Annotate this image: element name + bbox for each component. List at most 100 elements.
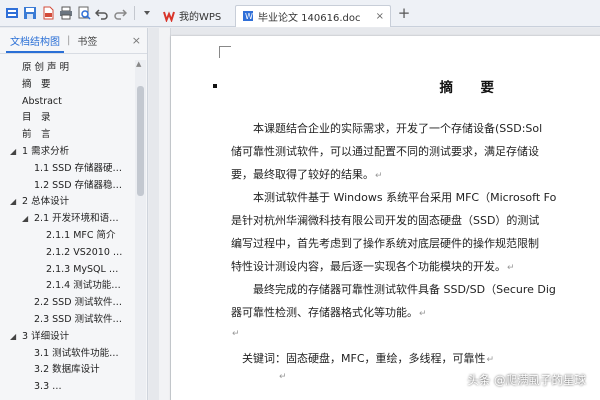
outline-item-label: 2.1.1 MFC 简介	[46, 229, 116, 241]
expand-arrow-icon[interactable]: ◢	[10, 329, 16, 346]
outline-item[interactable]: 2.1.2 VS2010 …	[0, 245, 134, 262]
abstract-heading[interactable]: 摘 要	[171, 76, 501, 96]
outline-item[interactable]: 2.2 SSD 测试软件…	[0, 295, 134, 312]
outline-item[interactable]: 2.3 SSD 测试软件…	[0, 312, 134, 329]
outline-item[interactable]: 3.2 数据库设计	[0, 362, 134, 379]
body-paragraph-line[interactable]: 特性设计测设内容，最后逐一实现各个功能模块的开发。↵	[231, 258, 600, 274]
outline-item[interactable]: 目 录	[0, 110, 134, 127]
outline-item-label: Abstract	[22, 95, 62, 107]
outline-item-label: 1 需求分析	[22, 145, 70, 157]
outline-item[interactable]: 3.1 测试软件功能…	[0, 346, 134, 363]
new-tab-button[interactable]: +	[395, 4, 413, 22]
print-icon[interactable]	[58, 5, 74, 21]
tab-document[interactable]: W 毕业论文 140616.doc ×	[235, 4, 391, 27]
body-paragraph-line[interactable]: 编写过程中，首先考虑到了操作系统对底层硬件的操作规范限制	[231, 235, 600, 251]
watermark-text: 头条 @爬满虱子的星球	[467, 373, 586, 387]
outline-item-label: 2.1.4 测试功能…	[46, 280, 121, 292]
tab-document-map[interactable]: 文档结构图	[6, 33, 64, 53]
title-bar: 我的WPS W 毕业论文 140616.doc × +	[0, 0, 600, 27]
paragraph-text: 本测试软件基于 Windows 系统平台采用 MFC（Microsoft Fo	[231, 191, 557, 204]
body-paragraph-line[interactable]: 是针对杭州华澜微科技有限公司开发的固态硬盘（SSD）的测试	[231, 212, 600, 228]
document-page[interactable]: 摘 要 本课题结合企业的实际需求，开发了一个存储设备(SSD:Sol 储可靠性测试…	[171, 36, 600, 400]
tab-my-wps[interactable]: 我的WPS	[157, 5, 235, 27]
outline-item[interactable]: 2.1.1 MFC 简介	[0, 228, 134, 245]
body-paragraph-line[interactable]: 关键词：固态硬盘，MFC，重绘，多线程，可靠性↵	[231, 350, 600, 366]
close-panel-icon[interactable]: ×	[132, 34, 141, 47]
undo-icon[interactable]	[94, 5, 110, 21]
paragraph-text: 编写过程中，首先考虑到了操作系统对底层硬件的操作规范限制	[231, 237, 539, 250]
outline-item-label: 2.3 SSD 测试软件…	[34, 313, 123, 325]
body-paragraph-line[interactable]: ↵	[231, 326, 600, 339]
paragraph-text: 储可靠性测试软件，可以通过配置不同的测试要求，满足存储设	[231, 145, 539, 158]
paragraph-mark-icon: ↵	[419, 309, 427, 319]
outline-item-label: 2.1.3 MySQL …	[46, 263, 119, 275]
outline-item[interactable]: Abstract	[0, 94, 134, 111]
paragraph-mark-icon: ↵	[507, 263, 515, 273]
paragraph-text: 最终完成的存储器可靠性测试软件具备 SSD/SD（Secure Dig	[231, 283, 556, 296]
body-paragraph-line[interactable]: 最终完成的存储器可靠性测试软件具备 SSD/SD（Secure Dig	[231, 281, 600, 297]
margin-corner-mark	[219, 46, 231, 58]
outline-item-label: 目 录	[22, 112, 51, 124]
outline-item-label: 2.1.2 VS2010 …	[46, 246, 123, 258]
outline-item-label: 原 创 声 明	[22, 62, 70, 73]
outline-item[interactable]: 原 创 声 明	[0, 60, 134, 77]
outline-item-label: 1.1 SSD 存储器硬…	[34, 162, 123, 174]
scrollbar-thumb[interactable]	[137, 86, 144, 196]
body-paragraph-line[interactable]: 本课题结合企业的实际需求，开发了一个存储设备(SSD:Sol	[231, 120, 600, 136]
outline-item[interactable]: ◢ 1 需求分析	[0, 144, 134, 161]
outline-item[interactable]: 2.1.3 MySQL …	[0, 262, 134, 279]
vertical-ruler	[159, 28, 171, 400]
paragraph-text: 要，最终取得了较好的结果。	[231, 168, 374, 181]
paragraph-text: 特性设计测设内容，最后逐一实现各个功能模块的开发。	[231, 260, 506, 273]
nav-panel-header: 文档结构图 | 书签	[0, 28, 147, 54]
tab-bookmarks[interactable]: 书签	[73, 33, 101, 48]
quick-access-toolbar	[0, 0, 157, 27]
outline-item[interactable]: 3.3 …	[0, 379, 134, 396]
outline-item-label: 2 总体设计	[22, 196, 70, 208]
redo-icon[interactable]	[112, 5, 128, 21]
outline-item[interactable]: ◢ 2 总体设计	[0, 194, 134, 211]
outline-item-label: 3 详细设计	[22, 330, 70, 342]
scroll-up-icon[interactable]: ▲	[136, 60, 141, 68]
wps-menu-icon[interactable]	[4, 5, 20, 21]
print-preview-icon[interactable]	[76, 5, 92, 21]
tab-document-label: 毕业论文 140616.doc	[258, 12, 361, 24]
body-paragraph-line[interactable]: 要，最终取得了较好的结果。↵	[231, 166, 600, 182]
body-paragraph-line[interactable]: 储可靠性测试软件，可以通过配置不同的测试要求，满足存储设	[231, 143, 600, 159]
paragraph-text: 本课题结合企业的实际需求，开发了一个存储设备(SSD:Sol	[231, 122, 543, 135]
export-pdf-icon[interactable]	[40, 5, 56, 21]
expand-arrow-icon[interactable]: ◢	[10, 194, 16, 211]
dropdown-arrow-icon[interactable]	[139, 5, 155, 21]
outline-item-label: 1.2 SSD 存储器稳…	[34, 179, 123, 191]
paragraph-text: 器可靠性检测、存储器格式化等功能。	[231, 306, 418, 319]
nav-tab-separator: |	[67, 35, 71, 46]
outline-item[interactable]: ◢ 2.1 开发环境和语…	[0, 211, 134, 228]
paragraph-text: 是针对杭州华澜微科技有限公司开发的固态硬盘（SSD）的测试	[231, 214, 540, 227]
paragraph-mark-icon: ↵	[279, 372, 287, 382]
wps-logo-icon	[163, 10, 175, 23]
outline-item-label: 3.3 …	[34, 381, 62, 393]
outline-item[interactable]: 1.1 SSD 存储器硬…	[0, 161, 134, 178]
paragraph-mark-icon: ↵	[375, 171, 383, 181]
expand-arrow-icon[interactable]: ◢	[22, 211, 28, 228]
expand-arrow-icon[interactable]: ◢	[10, 144, 16, 161]
outline-item[interactable]: 1.2 SSD 存储器稳…	[0, 178, 134, 195]
body-paragraph-line[interactable]: 本测试软件基于 Windows 系统平台采用 MFC（Microsoft Fo	[231, 189, 600, 205]
outline-item-label: 2.1 开发环境和语…	[34, 213, 119, 225]
paragraph-mark-icon: ↵	[232, 329, 240, 339]
outline-scrollbar[interactable]: ▲	[135, 60, 146, 400]
close-tab-icon[interactable]: ×	[376, 11, 384, 22]
document-canvas[interactable]: 摘 要 本课题结合企业的实际需求，开发了一个存储设备(SSD:Sol 储可靠性测试…	[149, 28, 600, 400]
outline-item[interactable]: 2.1.4 测试功能…	[0, 278, 134, 295]
outline-item[interactable]: ◢ 3 详细设计	[0, 329, 134, 346]
outline-item[interactable]: 摘 要	[0, 77, 134, 94]
document-outline-panel: 文档结构图 | 书签 × 原 创 声 明摘 要 Abstract 目 录前 言 ◢ 1 …	[0, 28, 148, 400]
outline-item-label: 摘 要	[22, 78, 51, 90]
body-paragraph-line[interactable]: 器可靠性检测、存储器格式化等功能。↵	[231, 304, 600, 320]
outline-item-label: 3.2 数据库设计	[34, 364, 100, 376]
outline-item[interactable]: 前 言	[0, 127, 134, 144]
tab-my-wps-label: 我的WPS	[179, 12, 222, 23]
paragraph-mark-icon: ↵	[486, 355, 495, 365]
save-icon[interactable]	[22, 5, 38, 21]
toolbar-separator	[134, 6, 135, 20]
